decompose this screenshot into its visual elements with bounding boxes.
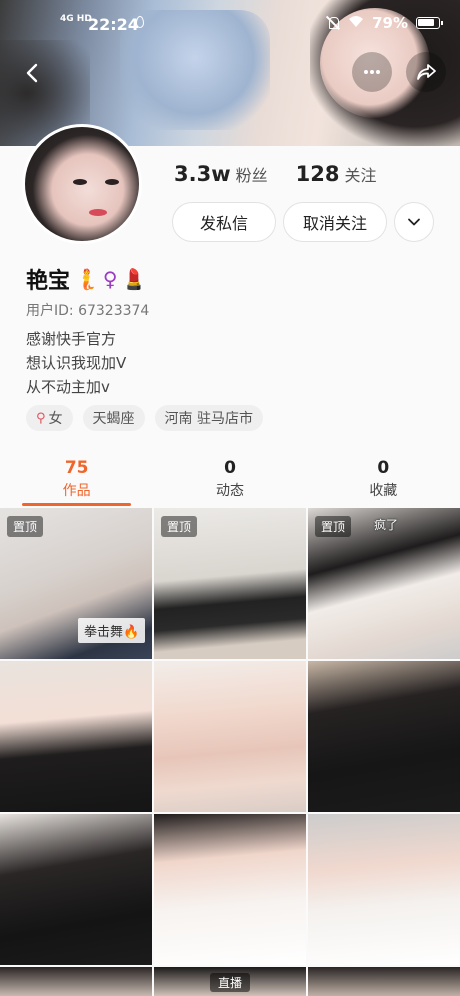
battery-icon — [416, 17, 443, 29]
video-thumbnail[interactable]: 直播 — [154, 967, 306, 996]
share-button[interactable] — [406, 52, 446, 92]
video-caption: 拳击舞🔥 — [78, 618, 146, 643]
followers-stat[interactable]: 3.3w 粉丝 — [174, 162, 268, 186]
profile-stats: 3.3w 粉丝 128 关注 — [174, 162, 376, 186]
content-tabs: 75 作品 0 动态 0 收藏 — [0, 456, 460, 506]
ellipsis-icon — [364, 70, 380, 74]
share-arrow-icon — [417, 64, 436, 80]
avatar[interactable] — [22, 124, 142, 244]
live-badge: 直播 — [209, 973, 251, 992]
video-thumbnail[interactable]: 置顶 疯了 — [308, 508, 460, 659]
wifi-icon — [348, 15, 364, 32]
video-thumbnail[interactable]: 置顶 拳击舞🔥 — [0, 508, 152, 659]
mute-icon — [326, 16, 340, 30]
following-label: 关注 — [344, 166, 377, 185]
battery-percent: 79% — [372, 14, 408, 32]
video-thumbnail[interactable] — [308, 661, 460, 812]
tag-label: 天蝎座 — [92, 411, 135, 427]
unfollow-button[interactable]: 取消关注 — [283, 202, 387, 242]
tag-label: 河南 驻马店市 — [164, 411, 253, 427]
followers-count: 3.3w — [174, 162, 231, 186]
works-grid: 置顶 拳击舞🔥 置顶 置顶 疯了 直播 — [0, 508, 460, 996]
female-icon: ⚲ — [36, 410, 46, 426]
profile-name-row: 艳宝 🧜 ♀ 💄 — [26, 263, 146, 295]
more-options-button[interactable] — [352, 52, 392, 92]
bio-line: 感谢快手官方 — [26, 330, 117, 348]
tab-count: 0 — [377, 458, 390, 478]
tab-count: 75 — [64, 458, 89, 478]
tab-favorites[interactable]: 0 收藏 — [307, 456, 460, 506]
lipstick-emoji: 💄 — [121, 267, 147, 291]
expand-button[interactable] — [394, 202, 434, 242]
female-sign-emoji: ♀ — [102, 267, 118, 291]
tab-label: 收藏 — [369, 483, 398, 499]
profile-tags: ⚲ 女 天蝎座 河南 驻马店市 — [26, 405, 263, 431]
video-thumbnail[interactable] — [154, 661, 306, 812]
tab-count: 0 — [224, 458, 236, 478]
tag-zodiac: 天蝎座 — [82, 405, 145, 431]
send-message-button[interactable]: 发私信 — [172, 202, 276, 242]
following-count: 128 — [295, 162, 340, 186]
status-bar: 4G HD 22:24 79% — [0, 0, 460, 50]
bio-line: 想认识我现加V — [26, 354, 127, 372]
bio-line: 从不动主加v — [26, 378, 110, 396]
tag-gender: ⚲ 女 — [26, 405, 73, 431]
tab-label: 作品 — [62, 483, 91, 499]
video-thumbnail[interactable] — [0, 967, 152, 996]
video-thumbnail[interactable] — [0, 661, 152, 812]
pinned-badge: 置顶 — [7, 516, 44, 537]
pinned-badge: 置顶 — [161, 516, 198, 537]
video-thumbnail[interactable] — [308, 967, 460, 996]
notification-icon — [136, 16, 144, 28]
video-thumbnail[interactable] — [308, 814, 460, 965]
avatar-lips — [89, 209, 107, 216]
tag-location: 河南 驻马店市 — [154, 405, 263, 431]
chevron-down-icon — [408, 218, 420, 226]
tab-works[interactable]: 75 作品 — [0, 456, 153, 506]
tab-moments[interactable]: 0 动态 — [153, 456, 306, 506]
profile-name: 艳宝 — [26, 269, 71, 294]
video-thumbnail[interactable]: 置顶 — [154, 508, 306, 659]
video-caption: 疯了 — [374, 518, 399, 532]
user-id: 用户ID: 67323374 — [26, 303, 150, 319]
followers-label: 粉丝 — [235, 166, 268, 185]
chevron-left-icon — [26, 63, 38, 83]
video-thumbnail[interactable] — [0, 814, 152, 965]
avatar-eye — [73, 179, 87, 185]
back-button[interactable] — [16, 56, 50, 90]
tag-label: 女 — [48, 411, 63, 427]
pinned-badge: 置顶 — [315, 516, 352, 537]
video-thumbnail[interactable] — [154, 814, 306, 965]
following-stat[interactable]: 128 关注 — [296, 162, 377, 186]
profile-bio: 感谢快手官方 想认识我现加V 从不动主加v — [26, 327, 126, 399]
clock: 22:24 — [88, 15, 139, 34]
mermaid-emoji: 🧜 — [74, 267, 99, 291]
avatar-eye — [105, 179, 119, 185]
tab-label: 动态 — [215, 483, 244, 499]
